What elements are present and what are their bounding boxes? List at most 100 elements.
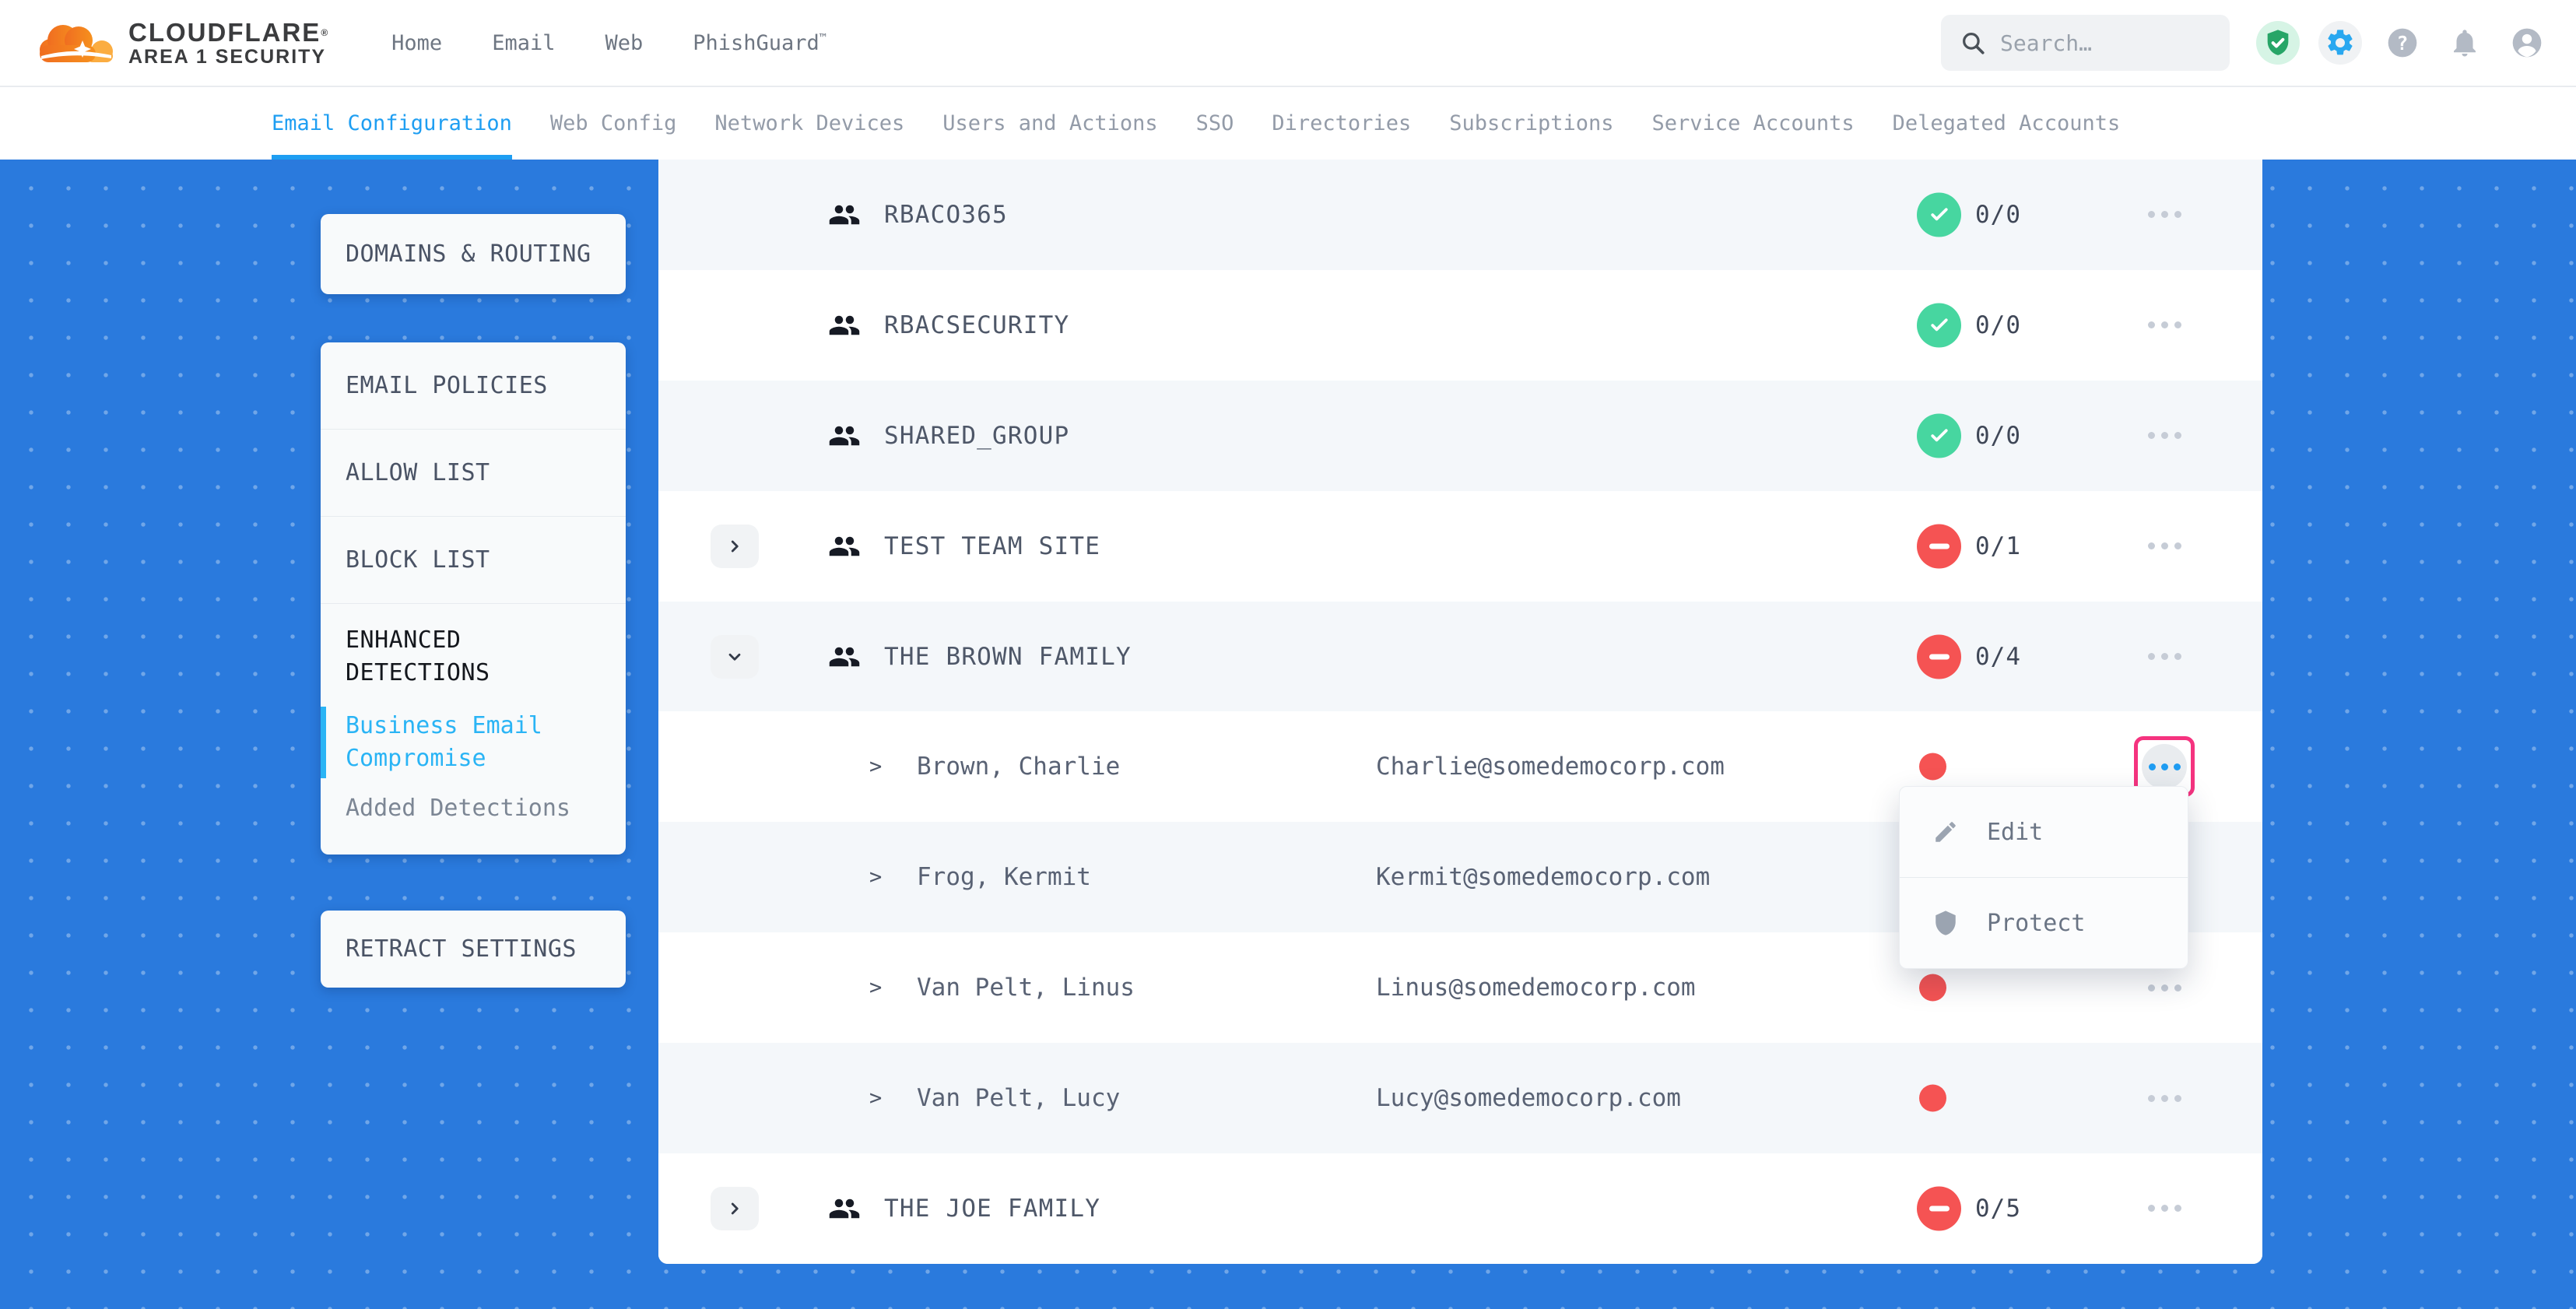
group-icon: [828, 640, 861, 673]
sidebar-item-enhanced-detections[interactable]: ENHANCED DETECTIONS: [346, 624, 601, 690]
app: CLOUDFLARE® AREA 1 SECURITY Home Email Web…: [0, 0, 2576, 1309]
nav-item-home[interactable]: Home: [391, 31, 442, 55]
minus-icon: [1929, 543, 1950, 549]
group-icon: [828, 530, 861, 563]
search-input[interactable]: [1999, 30, 2188, 57]
user-name: Van Pelt, Lucy: [917, 1084, 1120, 1112]
sidebar-item-block-list[interactable]: BLOCK LIST: [321, 517, 626, 604]
sidebar-email-policies-card: EMAIL POLICIESALLOW LISTBLOCK LIST ENHAN…: [321, 342, 626, 855]
tab-service-accounts[interactable]: Service Accounts: [1652, 87, 1855, 160]
group-name: RBACO365: [884, 201, 1008, 229]
trademark-mark: ™: [819, 31, 826, 45]
minus-icon: [1929, 1205, 1950, 1211]
sidebar-item-allow-list[interactable]: ALLOW LIST: [321, 430, 626, 517]
sidebar-item-business-email-compromise[interactable]: Business Email Compromise: [346, 710, 601, 775]
tab-email-configuration[interactable]: Email Configuration: [272, 87, 512, 160]
sidebar-item-domains-routing[interactable]: DOMAINS & ROUTING: [321, 214, 626, 294]
cloudflare-logo: [33, 20, 119, 65]
protected-count: 0/0: [1975, 422, 2021, 450]
row-actions-button[interactable]: [2134, 1178, 2195, 1239]
user-name: Van Pelt, Linus: [917, 974, 1135, 1002]
menu-item-edit[interactable]: Edit: [1900, 787, 2188, 877]
group-row: RBACSECURITY 0/0: [658, 270, 2262, 381]
row-actions-button[interactable]: [2134, 405, 2195, 466]
nav-item-web[interactable]: Web: [605, 31, 643, 55]
menu-item-label: Edit: [1987, 819, 2043, 846]
tab-delegated-accounts[interactable]: Delegated Accounts: [1893, 87, 2121, 160]
group-icon: [828, 419, 861, 452]
primary-nav: Home Email Web PhishGuard™: [391, 31, 826, 55]
tab-network-devices[interactable]: Network Devices: [714, 87, 904, 160]
section-tabs: Email Configuration Web Config Network Dev…: [0, 87, 2576, 160]
group-name: TEST TEAM SITE: [884, 532, 1100, 560]
status-blocked-icon: [1917, 524, 1961, 568]
pencil-icon: [1932, 819, 1959, 845]
user-caret: >: [869, 755, 882, 779]
tab-subscriptions[interactable]: Subscriptions: [1449, 87, 1613, 160]
user-name: Frog, Kermit: [917, 863, 1091, 891]
status-blocked-icon: [1917, 634, 1961, 679]
account-icon[interactable]: [2505, 21, 2549, 65]
group-icon: [828, 309, 861, 342]
tab-sso[interactable]: SSO: [1196, 87, 1234, 160]
groups-users-table: RBACO365 0/0 RBACSECURITY 0/0 SHARED_GROUP 0/…: [658, 160, 2262, 1264]
collapse-group-button[interactable]: [711, 635, 759, 679]
user-caret: >: [869, 1086, 882, 1111]
brand-subtitle: AREA 1 SECURITY: [128, 47, 329, 68]
shield-check-icon[interactable]: [2256, 21, 2300, 65]
shield-icon: [1932, 910, 1959, 936]
expand-group-button[interactable]: [711, 1187, 759, 1230]
row-actions-button[interactable]: [2134, 626, 2195, 687]
search-box[interactable]: [1941, 15, 2230, 71]
group-row: SHARED_GROUP 0/0: [658, 381, 2262, 491]
sidebar-item-retract-settings[interactable]: RETRACT SETTINGS: [321, 911, 626, 988]
row-actions-button[interactable]: [2134, 516, 2195, 577]
user-email: Linus@somedemocorp.com: [1376, 974, 1696, 1002]
expand-group-button[interactable]: [711, 525, 759, 568]
ellipsis-icon: [2142, 744, 2187, 789]
protected-count: 0/5: [1975, 1195, 2021, 1223]
group-row: RBACO365 0/0: [658, 160, 2262, 270]
row-actions-button[interactable]: [2134, 1068, 2195, 1128]
tab-web-config[interactable]: Web Config: [550, 87, 677, 160]
user-row: >Van Pelt, LucyLucy@somedemocorp.com: [658, 1043, 2262, 1153]
user-caret: >: [869, 865, 882, 890]
bell-icon[interactable]: [2443, 21, 2487, 65]
header-icon-cluster: ?: [2256, 21, 2549, 65]
nav-item-phishguard[interactable]: PhishGuard™: [693, 31, 826, 55]
menu-item-protect[interactable]: Protect: [1900, 877, 2188, 968]
status-unprotected-dot: [1919, 974, 1946, 1002]
protected-count: 0/4: [1975, 643, 2021, 671]
nav-item-email[interactable]: Email: [492, 31, 555, 55]
group-name: THE BROWN FAMILY: [884, 643, 1132, 671]
sidebar-item-email-policies[interactable]: EMAIL POLICIES: [321, 342, 626, 430]
protected-count: 0/0: [1975, 201, 2021, 229]
user-email: Charlie@somedemocorp.com: [1376, 753, 1725, 781]
search-icon: [1960, 30, 1986, 56]
group-icon: [828, 198, 861, 231]
group-row: THE JOE FAMILY 0/5: [658, 1153, 2262, 1264]
tab-directories[interactable]: Directories: [1272, 87, 1411, 160]
user-email: Kermit@somedemocorp.com: [1376, 863, 1710, 891]
status-ok-icon: [1917, 192, 1961, 237]
group-name: THE JOE FAMILY: [884, 1195, 1100, 1223]
help-icon[interactable]: ?: [2381, 21, 2424, 65]
header: CLOUDFLARE® AREA 1 SECURITY Home Email Web…: [0, 0, 2576, 87]
menu-item-label: Protect: [1987, 910, 2085, 937]
tab-users-and-actions[interactable]: Users and Actions: [942, 87, 1157, 160]
group-row: THE BROWN FAMILY 0/4: [658, 602, 2262, 712]
row-actions-button[interactable]: [2134, 184, 2195, 245]
sidebar-item-added-detections[interactable]: Added Detections: [346, 792, 601, 825]
status-ok-icon: [1917, 303, 1961, 347]
group-name: SHARED_GROUP: [884, 422, 1069, 450]
group-icon: [828, 1192, 861, 1225]
group-name: RBACSECURITY: [884, 311, 1069, 339]
settings-gear-icon[interactable]: [2318, 21, 2362, 65]
user-name: Brown, Charlie: [917, 753, 1120, 781]
minus-icon: [1929, 654, 1950, 659]
group-row: TEST TEAM SITE0/1: [658, 491, 2262, 602]
status-unprotected-dot: [1919, 753, 1946, 781]
row-actions-button[interactable]: [2134, 295, 2195, 356]
protected-count: 0/0: [1975, 311, 2021, 339]
brand-wordmark-block: CLOUDFLARE® AREA 1 SECURITY: [128, 19, 329, 68]
